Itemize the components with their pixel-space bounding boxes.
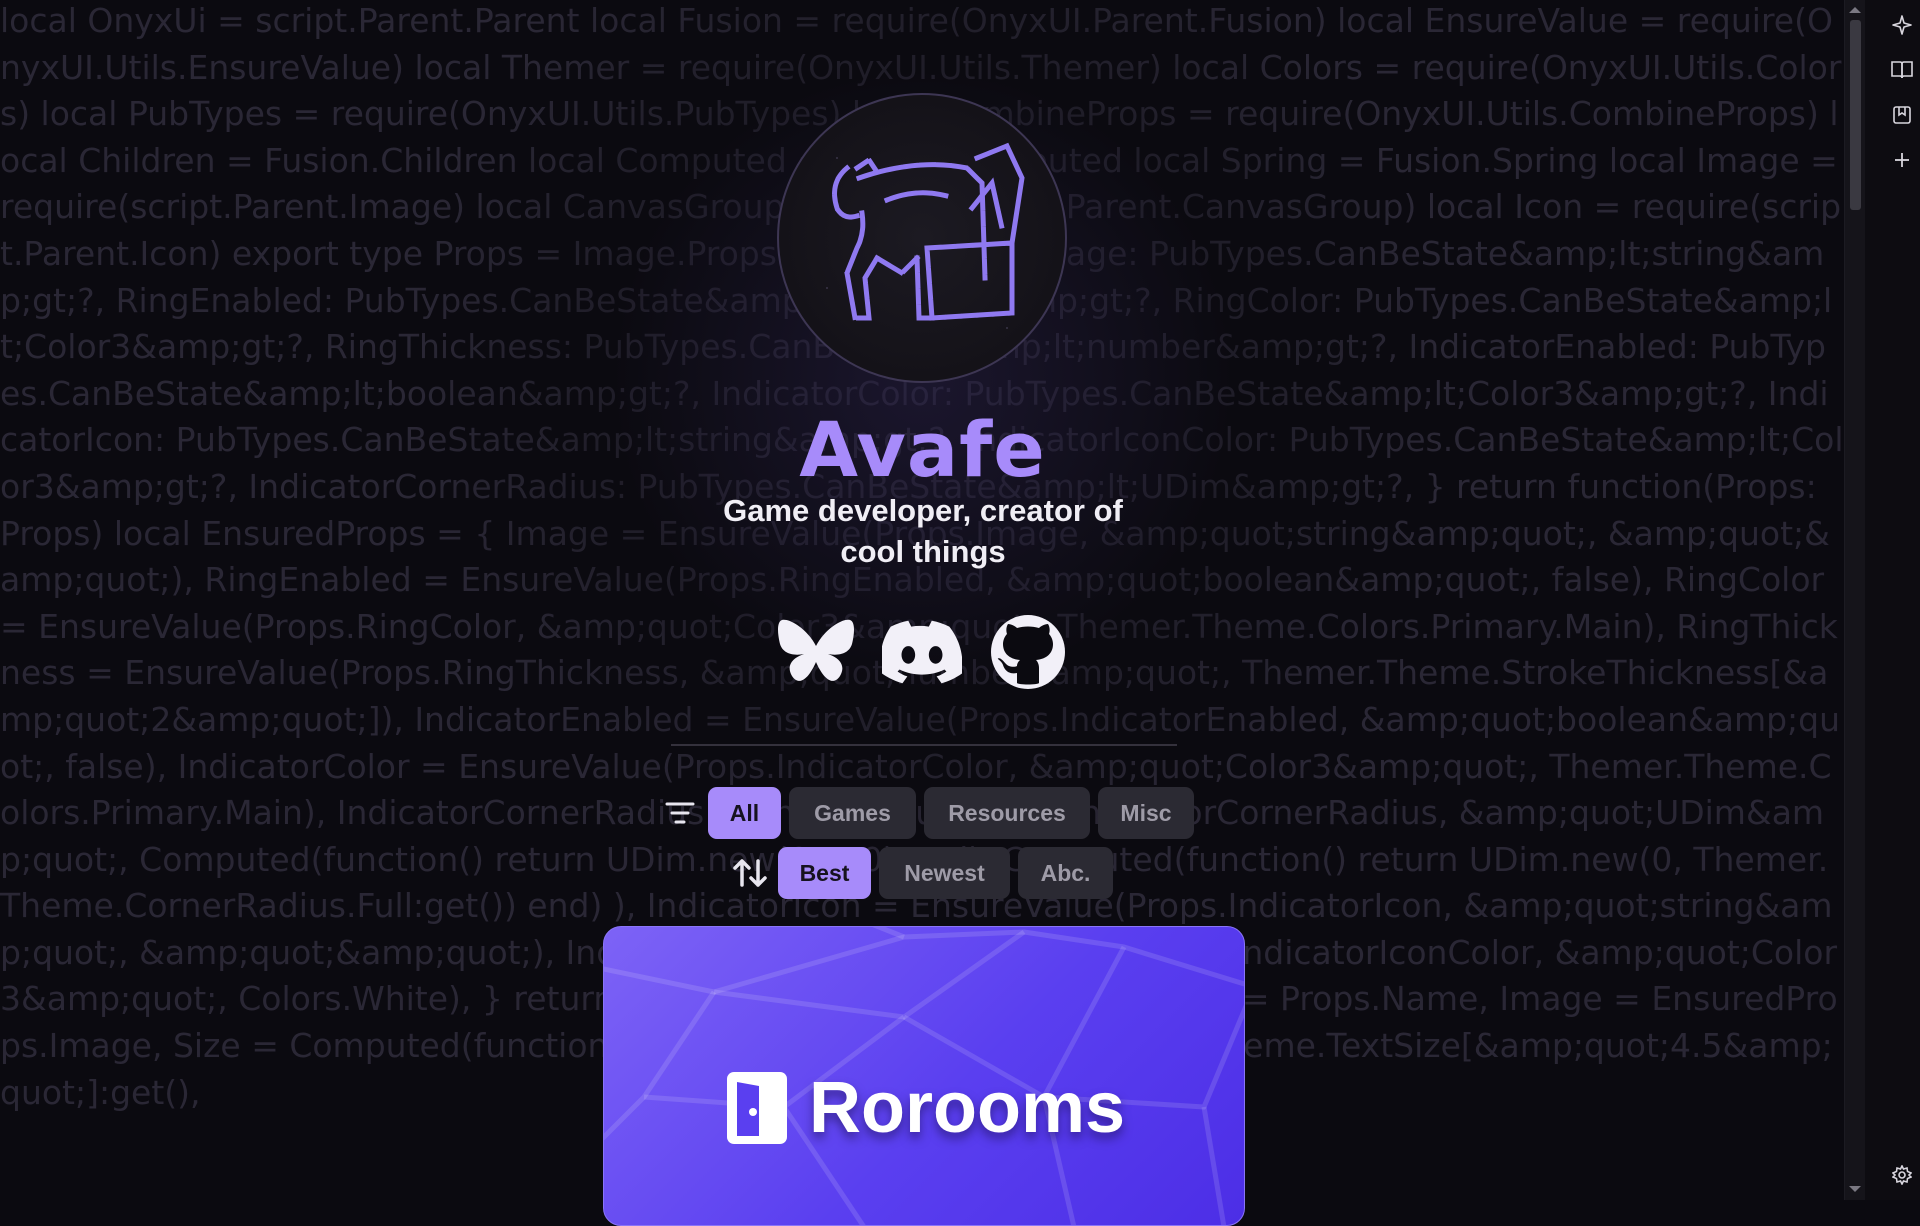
- book-button[interactable]: [1889, 57, 1915, 83]
- butterfly-icon: [778, 619, 854, 681]
- profile-name: Avafe: [799, 405, 1046, 494]
- sort-bar: Best Newest Abc.: [730, 847, 1113, 899]
- card-title-text: Rorooms: [808, 1068, 1126, 1148]
- sparkle-icon: [1892, 15, 1912, 35]
- sort-newest[interactable]: Newest: [879, 847, 1010, 899]
- filter-misc[interactable]: Misc: [1098, 787, 1194, 839]
- bluesky-link[interactable]: [776, 612, 856, 692]
- scrollbar[interactable]: [1845, 0, 1865, 1200]
- settings-button[interactable]: [1889, 1162, 1915, 1188]
- filter-all[interactable]: All: [708, 787, 781, 839]
- bookmark-button[interactable]: [1889, 102, 1915, 128]
- project-card-rorooms[interactable]: Rorooms: [603, 926, 1245, 1226]
- main-content: Avafe Game developer, creator of cool th…: [0, 0, 1845, 1226]
- profile-tagline: Game developer, creator of cool things: [723, 493, 1123, 569]
- filter-resources[interactable]: Resources: [924, 787, 1090, 839]
- filter-icon[interactable]: [660, 787, 700, 839]
- sort-arrows-icon[interactable]: [730, 847, 770, 899]
- scroll-up-arrow[interactable]: [1849, 7, 1861, 13]
- door-icon: [726, 1072, 787, 1144]
- filter-games[interactable]: Games: [789, 787, 916, 839]
- book-icon: [1891, 61, 1913, 79]
- card-title: Rorooms: [604, 1067, 1244, 1149]
- filter-bar: All Games Resources Misc: [660, 787, 1194, 839]
- divider: [671, 744, 1177, 746]
- bookmark-icon: [1893, 106, 1911, 124]
- discord-icon: [882, 620, 962, 684]
- avatar: [777, 93, 1067, 383]
- sort-best[interactable]: Best: [778, 847, 871, 899]
- discord-link[interactable]: [882, 612, 962, 692]
- browser-sidebar: [1844, 0, 1920, 1200]
- social-links: [776, 612, 1068, 692]
- cat-logo-icon: [826, 142, 1025, 329]
- sparkle-button[interactable]: [1889, 12, 1915, 38]
- settings-icon: [1892, 1165, 1912, 1185]
- plus-icon: [1895, 153, 1909, 167]
- scroll-down-arrow[interactable]: [1849, 1186, 1861, 1192]
- scroll-thumb[interactable]: [1850, 20, 1861, 210]
- github-icon: [991, 615, 1065, 689]
- sort-abc[interactable]: Abc.: [1018, 847, 1113, 899]
- plus-button[interactable]: [1889, 147, 1915, 173]
- github-link[interactable]: [988, 612, 1068, 692]
